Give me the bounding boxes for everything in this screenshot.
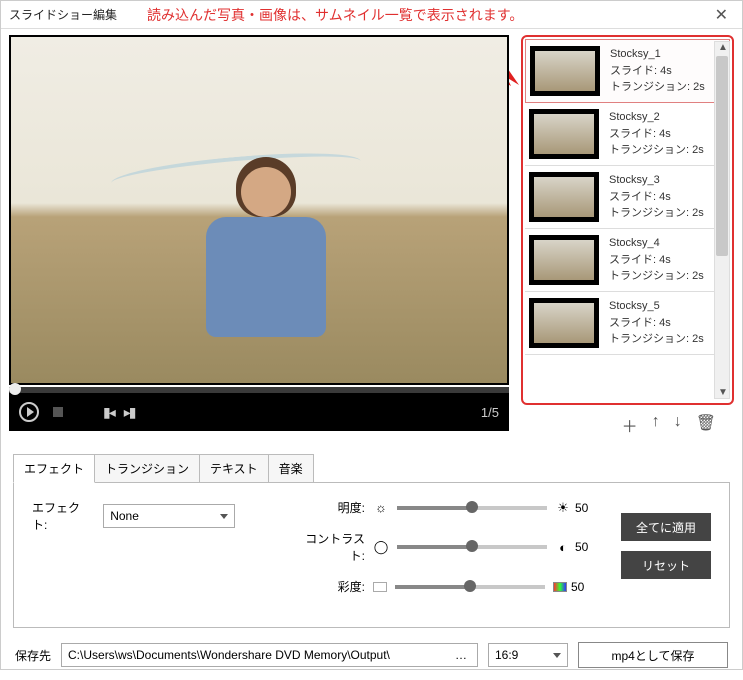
- play-icon: [27, 407, 34, 417]
- effect-select-value: None: [110, 509, 139, 523]
- saturation-slider[interactable]: [395, 585, 545, 589]
- window-title: スライドショー編集: [9, 6, 117, 23]
- progress-handle[interactable]: [9, 383, 21, 395]
- thumbnail-image: [529, 235, 599, 285]
- effect-label: エフェクト:: [32, 499, 91, 533]
- tab-text[interactable]: テキスト: [200, 454, 269, 483]
- thumbnail-name: Stocksy_5: [609, 298, 704, 315]
- thumbnail-slide-duration: スライド: 4s: [610, 63, 705, 80]
- brightness-label: 明度:: [305, 499, 365, 516]
- titlebar: スライドショー編集 読み込んだ写真・画像は、サムネイル一覧で表示されます。 ✕: [1, 1, 742, 29]
- tab-bar: エフェクト トランジション テキスト 音楽: [13, 453, 730, 482]
- aspect-ratio-value: 16:9: [495, 648, 518, 662]
- chevron-down-icon: [553, 653, 561, 658]
- thumbnail-list[interactable]: Stocksy_1 スライド: 4s トランジション: 2s Stocksy_2…: [525, 39, 730, 401]
- saturation-high-icon: [553, 582, 567, 592]
- preview-area: [9, 35, 509, 385]
- save-path-value: C:\Users\ws\Documents\Wondershare DVD Me…: [68, 648, 390, 662]
- contrast-label: コントラスト:: [305, 530, 365, 564]
- saturation-value: 50: [571, 580, 597, 594]
- saturation-low-icon: [373, 582, 387, 592]
- contrast-high-icon: ◐: [555, 539, 571, 555]
- thumbnail-name: Stocksy_3: [609, 172, 704, 189]
- delete-thumbnail-button[interactable]: 🗑: [696, 413, 716, 437]
- thumbnail-slide-duration: スライド: 4s: [609, 126, 704, 143]
- play-button[interactable]: [19, 402, 39, 422]
- thumbnail-item[interactable]: Stocksy_3 スライド: 4s トランジション: 2s: [525, 166, 730, 229]
- saturation-knob[interactable]: [464, 580, 476, 592]
- scroll-thumb[interactable]: [716, 56, 728, 256]
- scroll-down-icon[interactable]: ▼: [718, 387, 728, 398]
- prev-slide-button[interactable]: ▮◂: [103, 404, 114, 421]
- tab-music[interactable]: 音楽: [269, 454, 314, 483]
- annotation-text: 読み込んだ写真・画像は、サムネイル一覧で表示されます。: [147, 5, 709, 25]
- thumbnail-image: [530, 46, 600, 96]
- effect-select[interactable]: None: [103, 504, 235, 528]
- progress-bar[interactable]: [9, 387, 509, 393]
- brightness-slider[interactable]: [397, 506, 547, 510]
- tab-transition[interactable]: トランジション: [95, 454, 200, 483]
- move-down-button[interactable]: ↓: [674, 413, 682, 437]
- brightness-high-icon: ☀: [555, 500, 571, 516]
- thumbnail-item[interactable]: Stocksy_5 スライド: 4s トランジション: 2s: [525, 292, 730, 355]
- thumbnail-slide-duration: スライド: 4s: [609, 315, 704, 332]
- slide-counter: 1/5: [481, 405, 499, 420]
- chevron-down-icon: [220, 514, 228, 519]
- thumbnail-panel: Stocksy_1 スライド: 4s トランジション: 2s Stocksy_2…: [521, 35, 734, 405]
- close-icon[interactable]: ✕: [709, 5, 734, 25]
- next-slide-button[interactable]: ▸▮: [124, 404, 135, 421]
- brightness-knob[interactable]: [466, 501, 478, 513]
- thumbnail-toolbar: ＋ ↑ ↓ 🗑: [521, 405, 734, 441]
- browse-button[interactable]: …: [451, 648, 471, 662]
- thumbnail-item[interactable]: Stocksy_2 スライド: 4s トランジション: 2s: [525, 103, 730, 166]
- contrast-value: 50: [575, 540, 601, 554]
- thumbnail-transition-duration: トランジション: 2s: [609, 142, 704, 159]
- scroll-up-icon[interactable]: ▲: [718, 42, 728, 53]
- thumbnail-slide-duration: スライド: 4s: [609, 252, 704, 269]
- stop-button[interactable]: [53, 407, 63, 417]
- move-up-button[interactable]: ↑: [652, 413, 660, 437]
- save-mp4-button[interactable]: mp4として保存: [578, 642, 728, 668]
- save-path-input[interactable]: C:\Users\ws\Documents\Wondershare DVD Me…: [61, 643, 478, 667]
- thumbnail-item[interactable]: Stocksy_1 スライド: 4s トランジション: 2s: [525, 39, 730, 103]
- effect-panel: エフェクト: None 明度: ☼ ☀ 50 コントラスト: ◯: [13, 482, 730, 628]
- saturation-label: 彩度:: [305, 578, 365, 595]
- thumbnail-transition-duration: トランジション: 2s: [609, 331, 704, 348]
- thumbnail-slide-duration: スライド: 4s: [609, 189, 704, 206]
- save-path-label: 保存先: [15, 647, 51, 664]
- thumbnail-item[interactable]: Stocksy_4 スライド: 4s トランジション: 2s: [525, 229, 730, 292]
- contrast-knob[interactable]: [466, 540, 478, 552]
- thumbnail-transition-duration: トランジション: 2s: [610, 79, 705, 96]
- player-controls: ▮◂ ▸▮ 1/5: [9, 393, 509, 431]
- thumbnail-image: [529, 109, 599, 159]
- thumbnail-image: [529, 298, 599, 348]
- reset-button[interactable]: リセット: [621, 551, 711, 579]
- brightness-low-icon: ☼: [373, 500, 389, 516]
- thumbnail-image: [529, 172, 599, 222]
- thumbnail-name: Stocksy_4: [609, 235, 704, 252]
- preview-image: [11, 37, 507, 383]
- apply-all-button[interactable]: 全てに適用: [621, 513, 711, 541]
- contrast-low-icon: ◯: [373, 539, 389, 555]
- thumbnail-transition-duration: トランジション: 2s: [609, 268, 704, 285]
- thumbnail-name: Stocksy_1: [610, 46, 705, 63]
- tab-effect[interactable]: エフェクト: [13, 454, 95, 483]
- contrast-slider[interactable]: [397, 545, 547, 549]
- thumbnail-scrollbar[interactable]: ▲ ▼: [714, 41, 730, 399]
- brightness-value: 50: [575, 501, 601, 515]
- thumbnail-name: Stocksy_2: [609, 109, 704, 126]
- aspect-ratio-select[interactable]: 16:9: [488, 643, 568, 667]
- save-row: 保存先 C:\Users\ws\Documents\Wondershare DV…: [1, 632, 742, 680]
- thumbnail-transition-duration: トランジション: 2s: [609, 205, 704, 222]
- add-thumbnail-button[interactable]: ＋: [622, 413, 638, 437]
